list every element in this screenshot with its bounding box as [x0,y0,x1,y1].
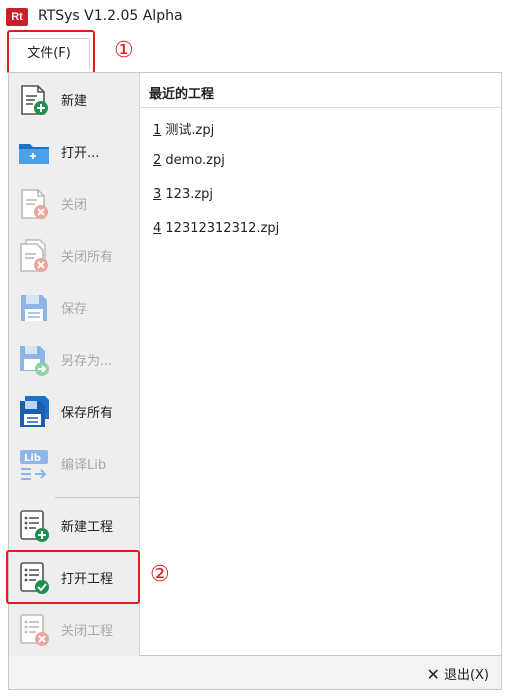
recent-projects-divider [139,107,501,108]
app-logo: Rt [6,8,28,26]
menu-item-close-project[interactable]: 关闭工程 [9,603,139,655]
new-project-icon [20,510,49,542]
save-icon [21,295,47,321]
menu-item-label: 新建 [61,94,88,109]
menu-item-save-all[interactable]: 保存所有 [9,385,139,437]
exit-button[interactable]: ✕ 退出(X) [427,664,489,684]
annotation-marker-1: ① [114,38,134,63]
menu-item-save[interactable]: 保存 [9,281,139,333]
menu-item-label: 关闭工程 [61,624,114,639]
menu-item-label: 新建工程 [61,520,114,535]
recent-item-name: demo.zpj [161,153,225,168]
menu-item-label: 打开... [61,146,100,161]
menu-item-save-as[interactable]: 另存为... [9,333,139,385]
recent-project-item[interactable]: 3 123.zpj [153,187,213,202]
exit-button-label: 退出(X) [443,668,489,683]
annotation-highlight-1 [7,30,95,74]
annotation-marker-2: ② [150,562,170,587]
recent-projects-title: 最近的工程 [149,87,215,102]
menu-footer-bar: ✕ 退出(X) [8,656,502,690]
recent-item-name: 123.zpj [161,187,214,202]
menu-item-label: 关闭 [61,198,88,213]
close-all-files-icon [20,239,48,272]
recent-project-item[interactable]: 1 测试.zpj [153,119,214,138]
close-x-icon: ✕ [426,665,440,684]
menu-item-close[interactable]: 关闭 [9,177,139,229]
menu-item-close-all[interactable]: 关闭所有 [9,229,139,281]
menu-item-new-project[interactable]: 新建工程 [9,499,139,551]
window-title: RTSys V1.2.05 Alpha [38,8,183,24]
open-folder-icon [19,144,49,164]
menu-item-compile-lib[interactable]: Lib 编译Lib [9,437,139,489]
save-all-icon [20,396,49,427]
close-project-icon [20,614,49,646]
svg-text:Lib: Lib [24,453,41,464]
title-bar: Rt RTSys V1.2.05 Alpha [0,0,510,34]
new-file-icon [21,85,48,115]
recent-item-name: 测试.zpj [161,123,215,138]
compile-lib-icon: Lib [20,450,48,480]
recent-project-item[interactable]: 4 12312312312.zpj [153,221,279,236]
menu-item-label: 关闭所有 [61,250,114,265]
close-file-icon [21,189,48,219]
menu-item-label: 编译Lib [61,458,107,473]
menu-item-label: 保存 [61,302,88,317]
recent-project-item[interactable]: 2 demo.zpj [153,153,225,168]
menu-item-new[interactable]: 新建 [9,73,139,125]
menu-item-label: 另存为... [61,354,113,369]
menu-separator [55,497,139,498]
save-as-icon [20,346,49,376]
annotation-highlight-2 [6,550,140,604]
menu-item-open[interactable]: 打开... [9,125,139,177]
recent-item-name: 12312312312.zpj [161,221,280,236]
menu-item-label: 保存所有 [61,406,114,421]
